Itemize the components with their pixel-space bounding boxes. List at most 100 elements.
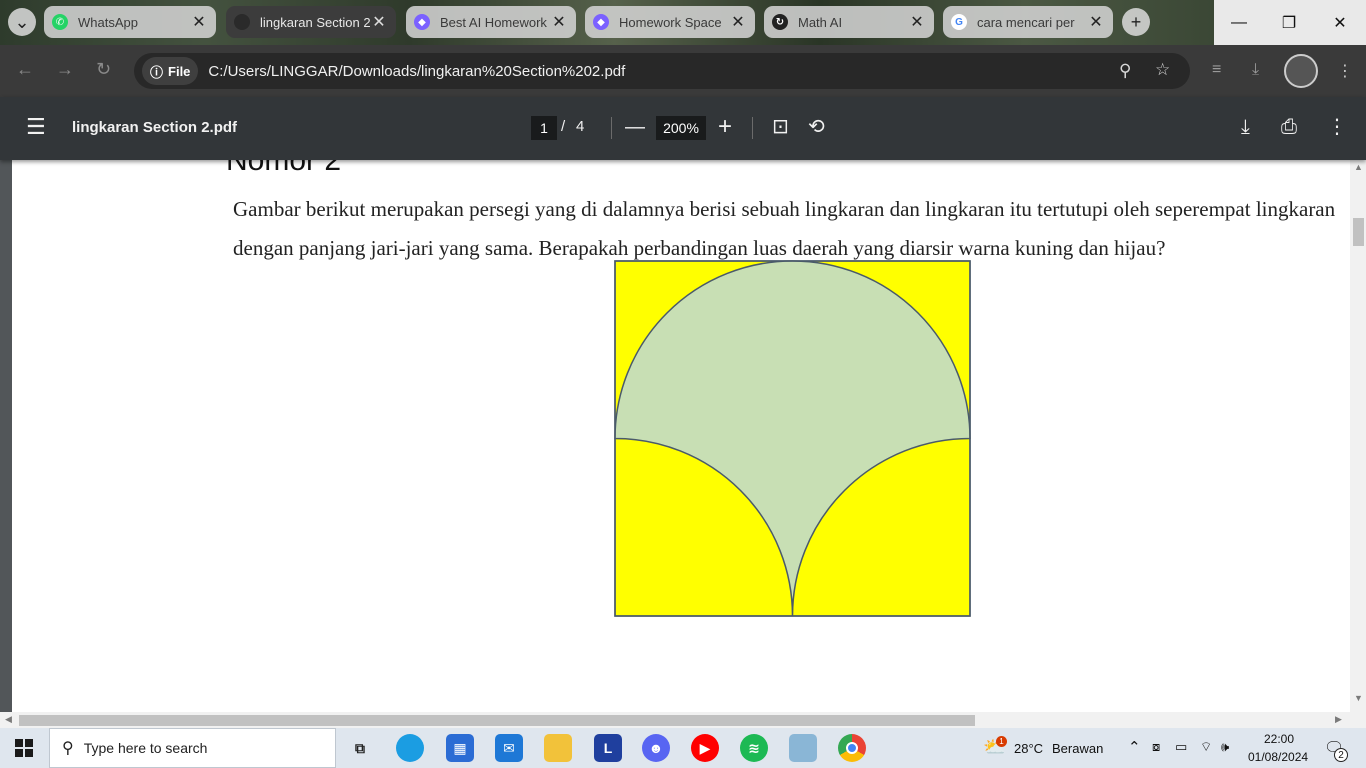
close-icon: ✕	[1333, 14, 1347, 32]
bookmark-star-icon[interactable]: ☆	[1155, 60, 1170, 80]
show-hidden-icons-icon[interactable]: ⌃	[1128, 738, 1141, 756]
plus-icon: +	[1130, 11, 1142, 32]
search-placeholder: Type here to search	[83, 740, 208, 756]
hamburger-menu-icon[interactable]: ☰	[26, 115, 46, 139]
notes-app-icon[interactable]	[789, 734, 817, 762]
file-explorer-icon[interactable]	[544, 734, 572, 762]
document-title: lingkaran Section 2.pdf	[72, 119, 238, 136]
scroll-up-icon[interactable]: ▲	[1354, 162, 1363, 172]
close-icon[interactable]: ✕	[190, 12, 208, 32]
zoom-in-icon[interactable]: +	[718, 115, 732, 139]
close-icon[interactable]: ✕	[729, 12, 747, 32]
new-tab-button[interactable]: +	[1122, 8, 1150, 36]
fit-page-icon[interactable]: ⊡	[772, 115, 789, 139]
horizontal-scrollbar[interactable]: ◀ ▶	[0, 712, 1366, 728]
restore-button[interactable]: ❐	[1264, 0, 1314, 45]
chrome-icon[interactable]	[838, 734, 866, 762]
zoom-icon[interactable]: ⚲	[1119, 61, 1131, 81]
minimize-button[interactable]: —	[1214, 0, 1264, 45]
forward-icon[interactable]: →	[56, 59, 74, 80]
windows-taskbar: ⚲ Type here to search ⧉ ▦ ✉ L ☻ ▶ ≋ ⛅ 1 …	[0, 728, 1366, 768]
discord-icon[interactable]: ☻	[642, 734, 670, 762]
vertical-scroll-thumb[interactable]	[1353, 218, 1364, 246]
question-heading: Nomor 2	[226, 160, 342, 177]
whatsapp-icon: ✆	[52, 14, 68, 30]
start-button[interactable]	[0, 728, 48, 768]
tab-title: lingkaran Section 2.pdf	[260, 14, 370, 30]
back-icon[interactable]: ←	[16, 59, 34, 80]
media-control-icon[interactable]: ≡	[1212, 61, 1221, 79]
tab-strip: ⌄ ✆ WhatsApp ✕ lingkaran Section 2.pdf ✕…	[0, 0, 1366, 45]
windows-logo-icon	[15, 739, 33, 757]
scroll-down-icon[interactable]: ▼	[1354, 693, 1363, 703]
download-icon[interactable]: ⤓	[1241, 115, 1250, 139]
tab-search-button[interactable]: ⌄	[8, 8, 36, 36]
meet-now-icon[interactable]: ⧇	[1152, 739, 1160, 755]
clock-date[interactable]: 01/08/2024	[1248, 750, 1308, 764]
omnibox[interactable]: ⓘ File C:/Users/LINGGAR/Downloads/lingka…	[134, 53, 1190, 89]
reload-icon[interactable]: ↻	[96, 59, 111, 80]
close-icon[interactable]: ✕	[908, 12, 926, 32]
page-total: 4	[576, 118, 585, 135]
tab-title: Homework Space	[619, 14, 722, 30]
tab-pdf[interactable]: lingkaran Section 2.pdf ✕	[226, 6, 396, 38]
zoom-level-input[interactable]: 200%	[656, 116, 706, 140]
close-icon[interactable]: ✕	[1087, 12, 1105, 32]
chevron-down-icon: ⌄	[14, 11, 30, 32]
vertical-scrollbar[interactable]: ▲ ▼	[1350, 160, 1366, 712]
pdf-page: Nomor 2 Gambar berikut merupakan persegi…	[12, 160, 1350, 712]
wifi-icon[interactable]: ⌔	[1200, 739, 1212, 755]
tab-best-ai-homework[interactable]: ◆ Best AI Homework ✕	[406, 6, 576, 38]
print-icon[interactable]: ⎙	[1281, 115, 1297, 139]
pdf-icon	[234, 14, 250, 30]
tab-homework-space[interactable]: ◆ Homework Space ✕	[585, 6, 755, 38]
rotate-icon[interactable]: ⟲	[808, 115, 825, 139]
youtube-music-icon[interactable]: ▶	[691, 734, 719, 762]
horizontal-scroll-thumb[interactable]	[19, 715, 975, 726]
spotify-icon[interactable]: ≋	[740, 734, 768, 762]
avatar[interactable]	[1284, 54, 1318, 88]
tab-google-search[interactable]: G cara mencari per ✕	[943, 6, 1113, 38]
site-info-chip[interactable]: ⓘ File	[142, 57, 199, 85]
ai-icon: ◆	[414, 14, 430, 30]
zoom-out-icon[interactable]: —	[625, 115, 645, 139]
app-l-icon[interactable]: L	[594, 734, 622, 762]
close-icon[interactable]: ✕	[370, 12, 388, 32]
toolbar-divider	[752, 117, 753, 139]
store-icon[interactable]: ▦	[446, 734, 474, 762]
notification-count-badge: 2	[1334, 748, 1348, 762]
download-icon[interactable]: ⤓	[1252, 61, 1259, 79]
question-text: Gambar berikut merupakan persegi yang di…	[233, 197, 1336, 260]
weather-badge: 1	[996, 736, 1007, 747]
task-view-icon[interactable]: ⧉	[346, 734, 374, 762]
tab-whatsapp[interactable]: ✆ WhatsApp ✕	[44, 6, 216, 38]
edge-icon[interactable]	[396, 734, 424, 762]
battery-icon[interactable]: ▭	[1175, 739, 1187, 755]
info-icon: ⓘ	[150, 64, 164, 80]
address-bar-row: ← → ↻ ⓘ File C:/Users/LINGGAR/Downloads/…	[0, 45, 1366, 97]
kebab-menu-icon[interactable]: ⋮	[1337, 61, 1353, 81]
url-text[interactable]: C:/Users/LINGGAR/Downloads/lingkaran%20S…	[208, 63, 625, 80]
tab-title: WhatsApp	[78, 14, 138, 30]
restore-icon: ❐	[1281, 14, 1297, 32]
taskbar-search-box[interactable]: ⚲ Type here to search	[49, 728, 336, 768]
close-icon[interactable]: ✕	[550, 12, 568, 32]
close-window-button[interactable]: ✕	[1314, 0, 1366, 45]
pdf-viewer[interactable]: Nomor 2 Gambar berikut merupakan persegi…	[0, 160, 1366, 712]
kebab-menu-icon[interactable]: ⋮	[1327, 115, 1347, 139]
tab-title: Math AI	[798, 14, 843, 30]
scroll-left-icon[interactable]: ◀	[5, 714, 12, 725]
mail-icon[interactable]: ✉	[495, 734, 523, 762]
clock-time[interactable]: 22:00	[1264, 732, 1294, 746]
geometry-figure	[614, 260, 971, 617]
page-number-input[interactable]: 1	[531, 116, 557, 140]
weather-description[interactable]: Berawan	[1052, 741, 1103, 756]
scroll-right-icon[interactable]: ▶	[1335, 714, 1342, 725]
site-info-label: File	[168, 63, 191, 79]
pdf-toolbar: ☰ lingkaran Section 2.pdf 1 / 4 — 200% +…	[0, 97, 1366, 160]
tab-math-ai[interactable]: ↻ Math AI ✕	[764, 6, 934, 38]
weather-temperature[interactable]: 28°C	[1014, 741, 1043, 756]
toolbar-divider	[611, 117, 612, 139]
google-icon: G	[951, 14, 967, 30]
volume-icon[interactable]: 🕪	[1221, 739, 1229, 755]
